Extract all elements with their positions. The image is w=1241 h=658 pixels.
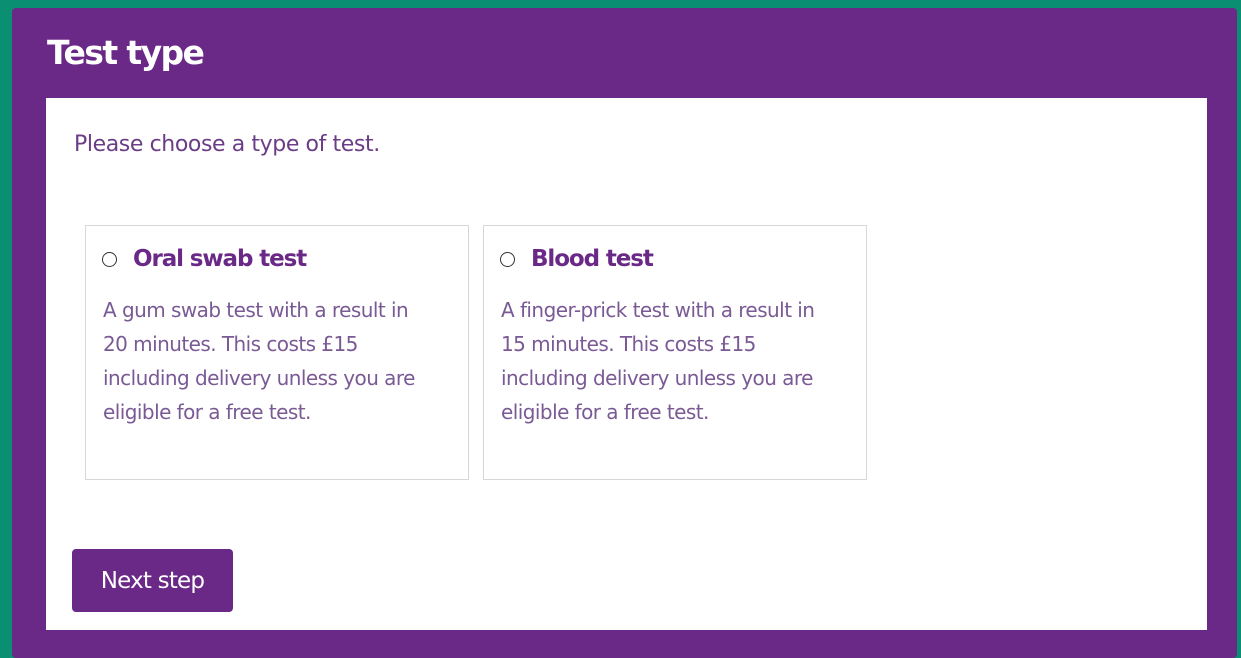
option-header: Oral swab test — [102, 246, 307, 272]
option-description: A finger-prick test with a result in 15 … — [501, 298, 815, 424]
radio-unchecked-icon[interactable] — [500, 252, 515, 267]
intro-text: Please choose a type of test. — [74, 132, 380, 157]
panel-body: Please choose a type of test. Oral swab … — [46, 98, 1207, 630]
radio-unchecked-icon[interactable] — [102, 252, 117, 267]
option-description: A gum swab test with a result in 20 minu… — [103, 298, 415, 424]
blood-test-option[interactable]: Blood test A finger-prick test with a re… — [483, 225, 867, 480]
option-title: Blood test — [531, 246, 654, 272]
option-title: Oral swab test — [133, 246, 307, 272]
option-header: Blood test — [500, 246, 654, 272]
oral-swab-option[interactable]: Oral swab test A gum swab test with a re… — [85, 225, 469, 480]
next-step-button[interactable]: Next step — [72, 549, 233, 612]
panel-title: Test type — [47, 33, 205, 72]
test-type-panel: Test type Please choose a type of test. … — [12, 8, 1237, 658]
